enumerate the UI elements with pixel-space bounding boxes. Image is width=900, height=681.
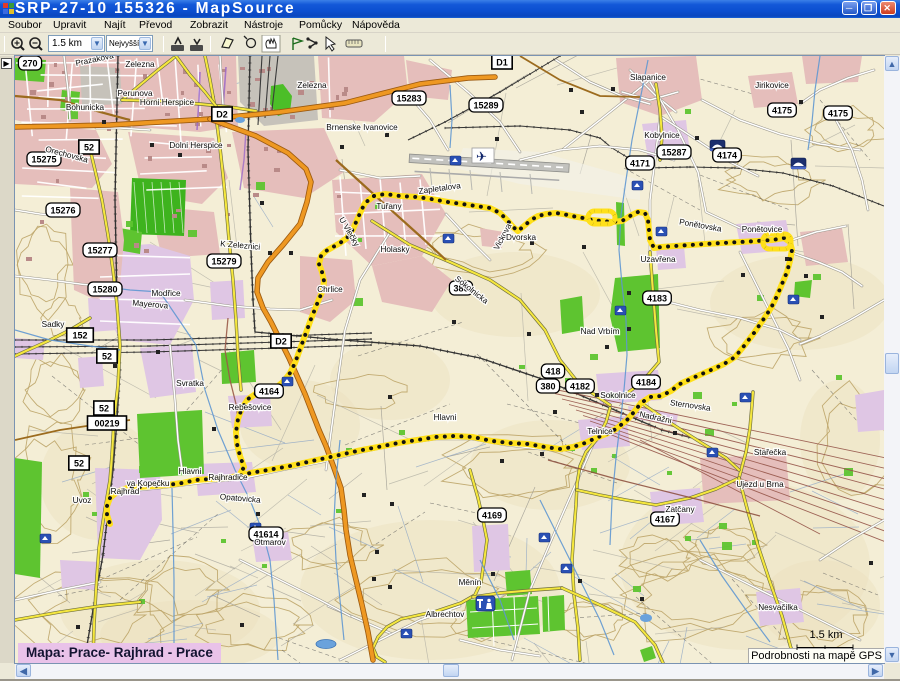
svg-text:15275: 15275 bbox=[31, 155, 56, 165]
svg-text:Zatčany: Zatčany bbox=[665, 505, 695, 514]
svg-text:Hlavni: Hlavni bbox=[434, 413, 457, 422]
svg-text:Rajhradice: Rajhradice bbox=[208, 473, 248, 482]
svg-text:Otmarov: Otmarov bbox=[254, 538, 286, 547]
svg-text:Měnín: Měnín bbox=[459, 578, 482, 587]
svg-text:D2: D2 bbox=[275, 337, 287, 347]
svg-text:Rebešovice: Rebešovice bbox=[229, 403, 272, 412]
svg-text:15277: 15277 bbox=[87, 246, 112, 256]
svg-text:Bohunicka: Bohunicka bbox=[66, 103, 105, 112]
svg-text:4184: 4184 bbox=[636, 378, 656, 388]
svg-text:52: 52 bbox=[74, 459, 84, 469]
svg-text:Dvorska: Dvorska bbox=[506, 233, 536, 242]
svg-text:52: 52 bbox=[84, 143, 94, 153]
svg-text:4182: 4182 bbox=[570, 382, 590, 392]
svg-text:15280: 15280 bbox=[92, 285, 117, 295]
svg-text:15276: 15276 bbox=[50, 206, 75, 216]
svg-text:Stařečka: Stařečka bbox=[754, 448, 787, 457]
svg-text:Ujezd u Brna: Ujezd u Brna bbox=[736, 480, 784, 489]
svg-text:270: 270 bbox=[22, 59, 37, 69]
svg-text:4174: 4174 bbox=[717, 151, 737, 161]
svg-text:52: 52 bbox=[102, 352, 112, 362]
svg-text:00219: 00219 bbox=[94, 419, 119, 429]
svg-text:Nesvačilka: Nesvačilka bbox=[758, 603, 798, 612]
svg-text:Sokolnice: Sokolnice bbox=[600, 391, 636, 400]
svg-text:Nad Vrbím: Nad Vrbím bbox=[581, 327, 620, 336]
svg-text:Kobylnice: Kobylnice bbox=[644, 131, 680, 140]
svg-text:Horni Herspice: Horni Herspice bbox=[140, 98, 195, 107]
svg-text:52: 52 bbox=[99, 404, 109, 414]
svg-text:Jirikovice: Jirikovice bbox=[755, 81, 789, 90]
svg-text:Tuřany: Tuřany bbox=[376, 202, 402, 211]
svg-text:Telnice: Telnice bbox=[587, 427, 613, 436]
svg-text:Sadky: Sadky bbox=[42, 320, 66, 329]
svg-text:4183: 4183 bbox=[647, 294, 667, 304]
svg-text:Ponětovice: Ponětovice bbox=[742, 225, 783, 234]
svg-text:Albrechtov: Albrechtov bbox=[426, 610, 466, 619]
svg-text:Uvoz: Uvoz bbox=[73, 496, 92, 505]
svg-text:418: 418 bbox=[545, 367, 560, 377]
svg-text:15279: 15279 bbox=[211, 257, 236, 267]
svg-text:Holasky: Holasky bbox=[380, 245, 410, 254]
svg-text:15287: 15287 bbox=[661, 148, 686, 158]
svg-text:152: 152 bbox=[72, 331, 87, 341]
svg-text:Modřice: Modřice bbox=[151, 289, 181, 298]
svg-text:4175: 4175 bbox=[828, 109, 848, 119]
svg-text:Rajhrad: Rajhrad bbox=[111, 487, 140, 496]
svg-text:Perunova: Perunova bbox=[117, 89, 152, 98]
svg-text:15283: 15283 bbox=[396, 94, 421, 104]
svg-text:D2: D2 bbox=[216, 110, 228, 120]
svg-text:✈: ✈ bbox=[476, 149, 487, 164]
svg-text:Slapanice: Slapanice bbox=[630, 73, 666, 82]
svg-text:va Kopečku: va Kopečku bbox=[127, 479, 170, 488]
svg-text:D1: D1 bbox=[496, 58, 508, 68]
svg-text:Dolni Herspice: Dolni Herspice bbox=[169, 141, 223, 150]
svg-text:Uzavřena: Uzavřena bbox=[640, 255, 675, 264]
svg-text:15289: 15289 bbox=[473, 101, 498, 111]
svg-text:Svratka: Svratka bbox=[176, 379, 204, 388]
svg-text:380: 380 bbox=[540, 382, 555, 392]
svg-text:4169: 4169 bbox=[482, 511, 502, 521]
svg-text:4175: 4175 bbox=[772, 106, 792, 116]
svg-text:Zelezna: Zelezna bbox=[297, 81, 327, 90]
svg-text:4167: 4167 bbox=[655, 515, 675, 525]
svg-text:Zelezna: Zelezna bbox=[125, 60, 155, 69]
svg-text:Brnenske Ivanovice: Brnenske Ivanovice bbox=[326, 123, 398, 132]
svg-text:Chrlice: Chrlice bbox=[317, 285, 343, 294]
svg-text:4164: 4164 bbox=[259, 387, 279, 397]
svg-text:Hlavni: Hlavni bbox=[179, 467, 202, 476]
svg-text:4171: 4171 bbox=[630, 159, 650, 169]
